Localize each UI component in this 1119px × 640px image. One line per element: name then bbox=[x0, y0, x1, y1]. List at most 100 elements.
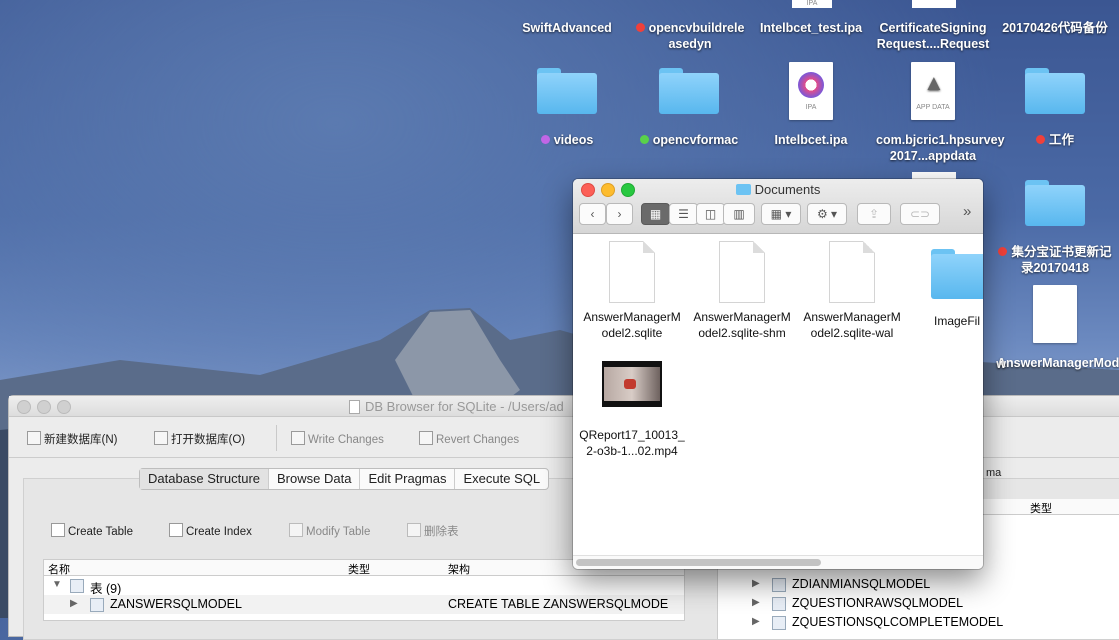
delete-table-icon bbox=[407, 523, 421, 537]
disclosure-triangle-icon[interactable]: ▼ bbox=[52, 579, 62, 590]
modify-table-button[interactable]: Modify Table bbox=[289, 523, 370, 538]
desktop-item-swiftadvanced[interactable]: SwiftAdvanced bbox=[506, 20, 628, 36]
revert-changes-button[interactable]: Revert Changes bbox=[419, 431, 519, 446]
file-label-line1: AnswerManagerM bbox=[803, 310, 901, 324]
folder-icon bbox=[1025, 68, 1085, 114]
desktop-item-label: 20170426代码备份 bbox=[1002, 21, 1108, 35]
modify-table-icon bbox=[289, 523, 303, 537]
horizontal-scrollbar-track[interactable] bbox=[573, 555, 983, 569]
new-database-icon bbox=[27, 431, 41, 445]
tab-database-structure[interactable]: Database Structure bbox=[140, 469, 270, 489]
desktop-item-label: opencvformac bbox=[652, 133, 739, 147]
desktop-item-label: Intelbcet.ipa bbox=[774, 133, 848, 147]
file-item-sqlite[interactable]: AnswerManagerM odel2.sqlite bbox=[577, 241, 687, 341]
disclosure-triangle-icon[interactable]: ▶ bbox=[752, 597, 760, 608]
tree-row-label: ZQUESTIONRAWSQLMODEL bbox=[792, 596, 964, 610]
file-label-line2: 2-o3b-1...02.mp4 bbox=[586, 444, 678, 458]
tree-row-schema: CREATE TABLE ZANSWERSQLMODE bbox=[448, 597, 668, 611]
delete-table-button[interactable]: 删除表 bbox=[407, 523, 459, 539]
appdata-badge-label: APP DATA bbox=[916, 104, 950, 111]
column-header-name[interactable]: 名称 bbox=[48, 561, 70, 577]
tags-button[interactable]: ⊂⊃ bbox=[900, 203, 940, 225]
forward-button[interactable]: › bbox=[606, 203, 633, 225]
file-icon-top bbox=[912, 0, 956, 8]
disclosure-triangle-icon[interactable]: ▶ bbox=[70, 598, 78, 609]
icon-view-button[interactable]: ▦ bbox=[641, 203, 670, 225]
desktop-item-videos[interactable]: videos bbox=[506, 68, 628, 148]
file-item-sqlite-shm[interactable]: AnswerManagerM odel2.sqlite-shm bbox=[687, 241, 797, 341]
cover-flow-button[interactable]: ▥ bbox=[723, 203, 755, 225]
desktop-item-label: CertificateSigning Request....Request bbox=[876, 21, 990, 51]
tab-browse-data[interactable]: Browse Data bbox=[269, 469, 361, 489]
tree-row[interactable]: ▶ ZDIANMIANSQLMODEL bbox=[718, 575, 1119, 594]
toolbar-overflow-button[interactable]: » bbox=[963, 203, 971, 220]
action-menu-button[interactable]: ⚙ ▾ bbox=[807, 203, 847, 225]
table-icon bbox=[772, 578, 786, 592]
window-title: DB Browser for SQLite - /Users/ad bbox=[365, 399, 564, 414]
desktop-item-label: w bbox=[996, 357, 1006, 371]
column-view-button[interactable]: ◫ bbox=[696, 203, 725, 225]
desktop-item-label: Intelbcet_test.ipa bbox=[759, 21, 863, 35]
desktop-item-jifenbao[interactable]: 集分宝证书更新记录20170418 bbox=[994, 180, 1116, 276]
create-table-button[interactable]: Create Table bbox=[51, 523, 133, 538]
appdata-file-icon: ▲ APP DATA bbox=[911, 62, 955, 120]
table-icon bbox=[772, 616, 786, 630]
tab-edit-pragmas[interactable]: Edit Pragmas bbox=[360, 469, 456, 489]
finder-window: Documents ‹ › ▦ ☰ ◫ ▥ ▦ ▾ ⚙ ▾ ⇪ ⊂⊃ » Ans… bbox=[573, 179, 983, 569]
desktop-item-opencvbuild[interactable]: opencvbuildrele asedyn bbox=[628, 20, 752, 52]
file-item-sqlite-wal[interactable]: AnswerManagerM odel2.sqlite-wal bbox=[797, 241, 907, 341]
document-icon bbox=[719, 241, 765, 303]
desktop-item-intelbcet-ipa[interactable]: IPA Intelbcet.ipa bbox=[750, 62, 872, 148]
red-tag-dot bbox=[635, 23, 645, 32]
back-button[interactable]: ‹ bbox=[579, 203, 606, 225]
list-view-button[interactable]: ☰ bbox=[669, 203, 698, 225]
desktop-item-work[interactable]: 工作 bbox=[994, 68, 1116, 148]
close-button[interactable] bbox=[17, 400, 31, 414]
desktop-item-hpsurvey-appdata[interactable]: ▲ APP DATA com.bjcric1.hpsurvey 2017...a… bbox=[872, 62, 1005, 164]
file-item-mp4[interactable]: QReport17_10013_ 2-o3b-1...02.mp4 bbox=[577, 361, 687, 459]
desktop-item-intelbcet-test-ipa[interactable]: Intelbcet_test.ipa bbox=[750, 20, 872, 36]
desktop-item-label: AnswerManagerModel2.sqlite bbox=[997, 356, 1119, 370]
open-database-label: 打开数据库(O) bbox=[171, 434, 246, 446]
column-header-type[interactable]: 类型 bbox=[1030, 500, 1052, 516]
green-tag-dot bbox=[639, 135, 649, 144]
column-header-schema[interactable]: 架构 bbox=[448, 561, 470, 577]
file-label-line2: odel2.sqlite-shm bbox=[698, 326, 786, 340]
create-index-icon bbox=[169, 523, 183, 537]
tree-row-tables[interactable]: ▼ 表 (9) bbox=[44, 576, 684, 596]
arrange-menu-button[interactable]: ▦ ▾ bbox=[761, 203, 801, 225]
create-table-label: Create Table bbox=[68, 526, 133, 538]
tab-execute-sql[interactable]: Execute SQL bbox=[455, 469, 548, 489]
desktop-item-label: opencvbuildrele asedyn bbox=[648, 21, 745, 51]
folder-icon bbox=[659, 68, 719, 114]
new-database-button[interactable]: 新建数据库(N) bbox=[27, 431, 117, 447]
document-icon bbox=[829, 241, 875, 303]
folder-icon bbox=[1025, 180, 1085, 226]
folder-icon bbox=[735, 184, 751, 195]
write-changes-button[interactable]: Write Changes bbox=[291, 431, 384, 446]
open-database-button[interactable]: 打开数据库(O) bbox=[154, 431, 245, 447]
folder-item-imagefile[interactable]: ImageFil bbox=[907, 241, 983, 329]
create-index-button[interactable]: Create Index bbox=[169, 523, 252, 538]
red-tag-dot bbox=[1035, 135, 1045, 144]
zoom-button[interactable] bbox=[57, 400, 71, 414]
video-thumbnail bbox=[602, 361, 662, 407]
desktop-item-opencvformac[interactable]: opencvformac bbox=[628, 68, 750, 148]
column-header-type[interactable]: 类型 bbox=[348, 561, 370, 577]
write-changes-label: Write Changes bbox=[308, 434, 384, 446]
horizontal-scrollbar-thumb[interactable] bbox=[576, 559, 821, 566]
tree-row[interactable]: ▶ ZQUESTIONRAWSQLMODEL bbox=[718, 594, 1119, 613]
document-icon bbox=[1033, 285, 1077, 343]
desktop-item-certificate-request[interactable]: CertificateSigning Request....Request bbox=[872, 20, 994, 52]
app-store-icon: ▲ bbox=[923, 70, 945, 95]
desktop-item-code-backup[interactable]: 20170426代码备份 bbox=[994, 20, 1116, 36]
share-button[interactable]: ⇪ bbox=[857, 203, 891, 225]
desktop-item-answer-sqlite[interactable]: AnswerManagerModel2.sqlite bbox=[994, 285, 1119, 371]
tree-row[interactable]: ▶ ZQUESTIONSQLCOMPLETEMODEL bbox=[718, 613, 1119, 632]
revert-changes-icon bbox=[419, 431, 433, 445]
disclosure-triangle-icon[interactable]: ▶ bbox=[752, 578, 760, 589]
ipa-badge-label: IPA bbox=[805, 104, 817, 111]
tree-row-zanswersqlmodel[interactable]: ▶ ZANSWERSQLMODEL CREATE TABLE ZANSWERSQ… bbox=[44, 595, 684, 614]
minimize-button[interactable] bbox=[37, 400, 51, 414]
finder-title-text: Documents bbox=[754, 182, 821, 197]
